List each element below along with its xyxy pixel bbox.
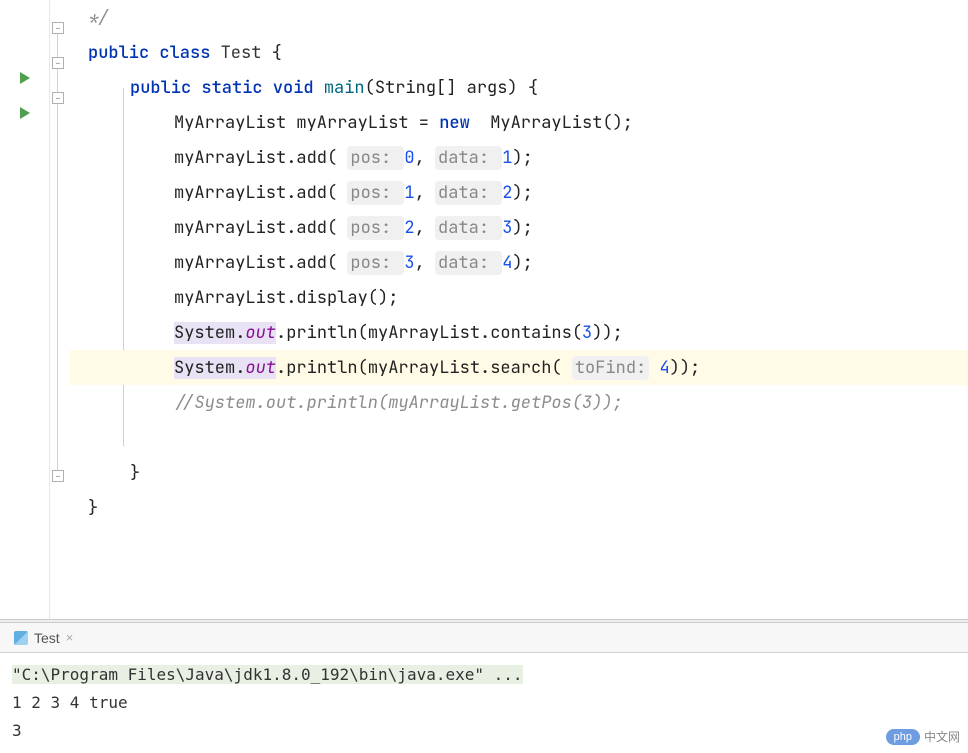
tab-label: Test <box>34 630 60 646</box>
output-line: 3 <box>12 717 956 745</box>
console-output[interactable]: "C:\Program Files\Java\jdk1.8.0_192\bin\… <box>0 653 968 753</box>
close-icon[interactable]: × <box>66 630 74 645</box>
watermark-badge: php <box>886 729 920 745</box>
commented-code: //System.out.println(myArrayList.getPos(… <box>174 392 623 414</box>
code-area[interactable]: */ public class Test { public static voi… <box>70 0 968 619</box>
fold-handle-icon[interactable]: – <box>52 22 64 34</box>
watermark-text: 中文网 <box>924 728 960 745</box>
editor-pane: – – – – */ public class Test { public st… <box>0 0 968 619</box>
run-config-icon <box>14 631 28 645</box>
fold-handle-icon[interactable]: – <box>52 92 64 104</box>
fold-handle-icon[interactable]: – <box>52 470 64 482</box>
comment: */ <box>88 7 108 29</box>
run-gutter-icon[interactable] <box>20 107 30 119</box>
run-gutter-icon[interactable] <box>20 72 30 84</box>
output-pane: Test × "C:\Program Files\Java\jdk1.8.0_1… <box>0 623 968 753</box>
watermark: php 中文网 <box>886 728 960 745</box>
fold-gutter: – – – – <box>50 0 70 619</box>
command-line: "C:\Program Files\Java\jdk1.8.0_192\bin\… <box>12 665 523 684</box>
fold-handle-icon[interactable]: – <box>52 57 64 69</box>
output-line: 1 2 3 4 true <box>12 689 956 717</box>
output-tab-test[interactable]: Test × <box>8 628 79 648</box>
gutter <box>0 0 50 619</box>
output-tabs: Test × <box>0 623 968 653</box>
